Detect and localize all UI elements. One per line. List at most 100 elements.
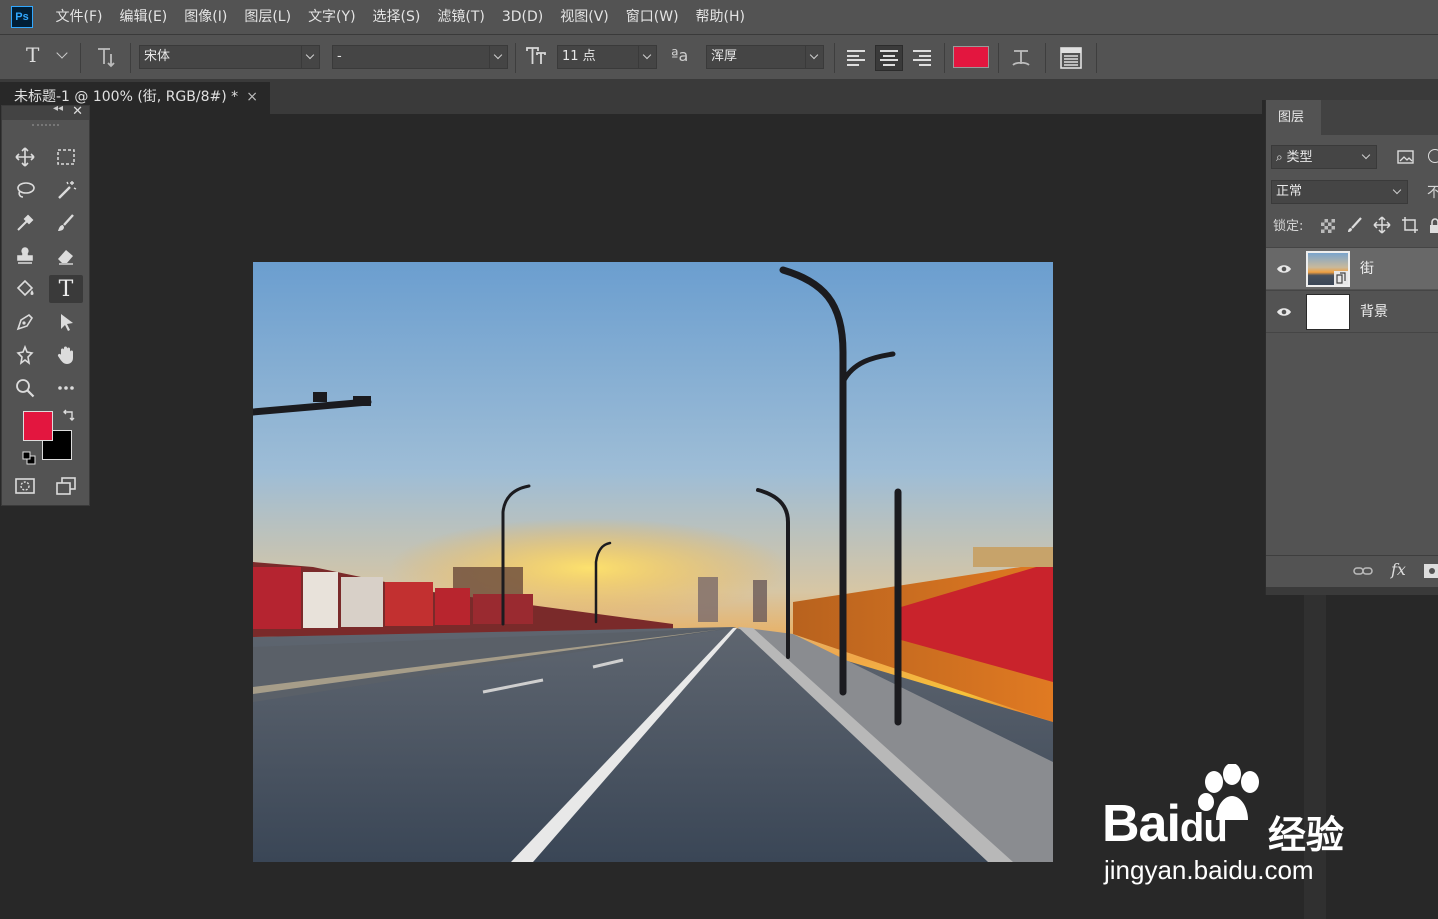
chevron-down-icon <box>1389 181 1407 203</box>
layers-panel-tabs: 图层 <box>1266 100 1438 135</box>
align-center-button[interactable] <box>875 45 903 71</box>
menu-select[interactable]: 选择(S) <box>364 0 429 34</box>
lock-all-icon[interactable] <box>1429 218 1438 238</box>
watermark-url: jingyan.baidu.com <box>1104 855 1314 885</box>
menu-window[interactable]: 窗口(W) <box>617 0 687 34</box>
menu-3d[interactable]: 3D(D) <box>493 0 551 34</box>
menu-bar: Ps 文件(F) 编辑(E) 图像(I) 图层(L) 文字(Y) 选择(S) 滤… <box>0 0 1438 34</box>
swap-colors-icon[interactable] <box>62 408 76 426</box>
add-mask-icon[interactable] <box>1424 564 1438 578</box>
separator <box>1096 43 1097 73</box>
hand-tool-icon[interactable] <box>49 341 83 369</box>
lock-artboard-icon[interactable] <box>1401 216 1419 238</box>
opacity-label: 不 <box>1427 185 1438 201</box>
blend-mode-select[interactable]: 正常 <box>1271 180 1408 204</box>
align-left-button[interactable] <box>842 45 870 71</box>
font-size-icon <box>524 44 548 72</box>
zoom-tool-icon[interactable] <box>8 374 42 402</box>
layers-panel-footer: fx <box>1266 555 1438 587</box>
menu-image[interactable]: 图像(I) <box>176 0 236 34</box>
screen-mode-icon[interactable] <box>49 472 83 500</box>
menu-file[interactable]: 文件(F) <box>47 0 111 34</box>
custom-shape-tool-icon[interactable] <box>8 341 42 369</box>
layer-name[interactable]: 街 <box>1360 248 1374 290</box>
align-right-button[interactable] <box>908 45 936 71</box>
close-icon[interactable]: ✕ <box>72 104 83 119</box>
brush-tool-icon[interactable] <box>49 209 83 237</box>
eraser-tool-icon[interactable] <box>49 242 83 270</box>
fx-icon[interactable]: fx <box>1391 560 1406 579</box>
blend-mode-value: 正常 <box>1276 184 1303 199</box>
chevron-down-icon <box>301 46 319 68</box>
layer-thumbnail-background <box>1306 294 1350 330</box>
magic-wand-tool-icon[interactable] <box>49 176 83 204</box>
separator <box>834 43 835 73</box>
chevron-down-icon <box>1358 146 1376 168</box>
baidu-jingyan-watermark: Baidu 经验 jingyan.baidu.com <box>1102 763 1362 889</box>
document-tab-bar: 未标题-1 @ 100% (街, RGB/8#) * × <box>0 80 1262 114</box>
document-tab-title: 未标题-1 @ 100% (街, RGB/8#) * <box>14 89 239 105</box>
move-tool-icon[interactable] <box>8 143 42 171</box>
lock-position-icon[interactable] <box>1373 216 1391 238</box>
character-panel-icon[interactable] <box>1059 46 1083 74</box>
lasso-tool-icon[interactable] <box>8 176 42 204</box>
options-bar: T 宋体 - 11 点 ªa 浑厚 <box>0 34 1438 80</box>
eyedropper-tool-icon[interactable] <box>8 209 42 237</box>
text-color-swatch[interactable] <box>953 46 989 68</box>
foreground-color-swatch[interactable] <box>23 411 53 441</box>
font-size-select[interactable]: 11 点 <box>557 45 657 69</box>
default-colors-icon[interactable] <box>22 451 36 469</box>
antialias-select[interactable]: 浑厚 <box>706 45 824 69</box>
filter-pixel-layer-icon[interactable] <box>1397 149 1415 169</box>
menu-type[interactable]: 文字(Y) <box>300 0 364 34</box>
separator <box>80 43 81 73</box>
pen-tool-icon[interactable] <box>8 308 42 336</box>
layer-thumbnail-street <box>1306 251 1350 287</box>
menu-edit[interactable]: 编辑(E) <box>111 0 176 34</box>
menu-view[interactable]: 视图(V) <box>552 0 618 34</box>
quick-mask-icon[interactable] <box>8 472 42 500</box>
layer-row-street[interactable]: 街 <box>1266 247 1438 289</box>
lock-label: 锁定: <box>1273 219 1304 234</box>
eye-icon[interactable] <box>1276 261 1292 277</box>
path-selection-tool-icon[interactable] <box>49 308 83 336</box>
paint-bucket-tool-icon[interactable] <box>8 275 42 303</box>
document-canvas-image[interactable] <box>253 262 1053 862</box>
font-style-select[interactable]: - <box>332 45 508 69</box>
tab-layers[interactable]: 图层 <box>1266 100 1321 135</box>
panel-bottom-bar <box>1266 587 1438 595</box>
warp-text-icon[interactable] <box>1008 45 1034 75</box>
toolbox-grip[interactable] <box>32 124 59 132</box>
menu-help[interactable]: 帮助(H) <box>687 0 753 34</box>
eye-icon[interactable] <box>1276 304 1292 320</box>
lock-image-icon[interactable] <box>1346 216 1364 238</box>
search-icon: ⌕ <box>1276 150 1287 164</box>
collapse-icon[interactable]: ◂◂ <box>53 103 63 114</box>
separator <box>515 43 516 73</box>
more-tools-icon[interactable] <box>49 374 83 402</box>
toolbox-header[interactable]: ◂◂ ✕ <box>2 103 89 120</box>
link-layers-icon[interactable] <box>1353 564 1373 582</box>
chevron-down-icon <box>489 46 507 68</box>
clone-stamp-tool-icon[interactable] <box>8 242 42 270</box>
marquee-tool-icon[interactable] <box>49 143 83 171</box>
watermark-brand-text: Bai <box>1102 795 1181 853</box>
preset-chevron-icon[interactable] <box>56 47 68 59</box>
align-center-icon <box>880 50 898 66</box>
font-family-value: 宋体 <box>144 49 171 64</box>
toggle-text-orientation-icon[interactable] <box>94 44 120 74</box>
menu-layer[interactable]: 图层(L) <box>236 0 300 34</box>
watermark-brand-du: du <box>1179 806 1228 850</box>
font-family-select[interactable]: 宋体 <box>139 45 320 69</box>
filter-adjustment-layer-icon[interactable] <box>1428 149 1438 163</box>
layer-row-background[interactable]: 背景 <box>1266 290 1438 332</box>
layer-filter-select[interactable]: ⌕ 类型 <box>1271 145 1377 169</box>
type-tool-icon[interactable]: T <box>49 275 83 303</box>
menu-filter[interactable]: 滤镜(T) <box>429 0 493 34</box>
close-icon[interactable]: × <box>246 82 258 112</box>
layer-name[interactable]: 背景 <box>1360 291 1388 333</box>
street-sunset-photo <box>253 262 1053 862</box>
type-tool-preset-icon[interactable]: T <box>26 43 39 67</box>
align-left-icon <box>847 50 865 66</box>
lock-transparent-icon[interactable] <box>1321 219 1335 233</box>
